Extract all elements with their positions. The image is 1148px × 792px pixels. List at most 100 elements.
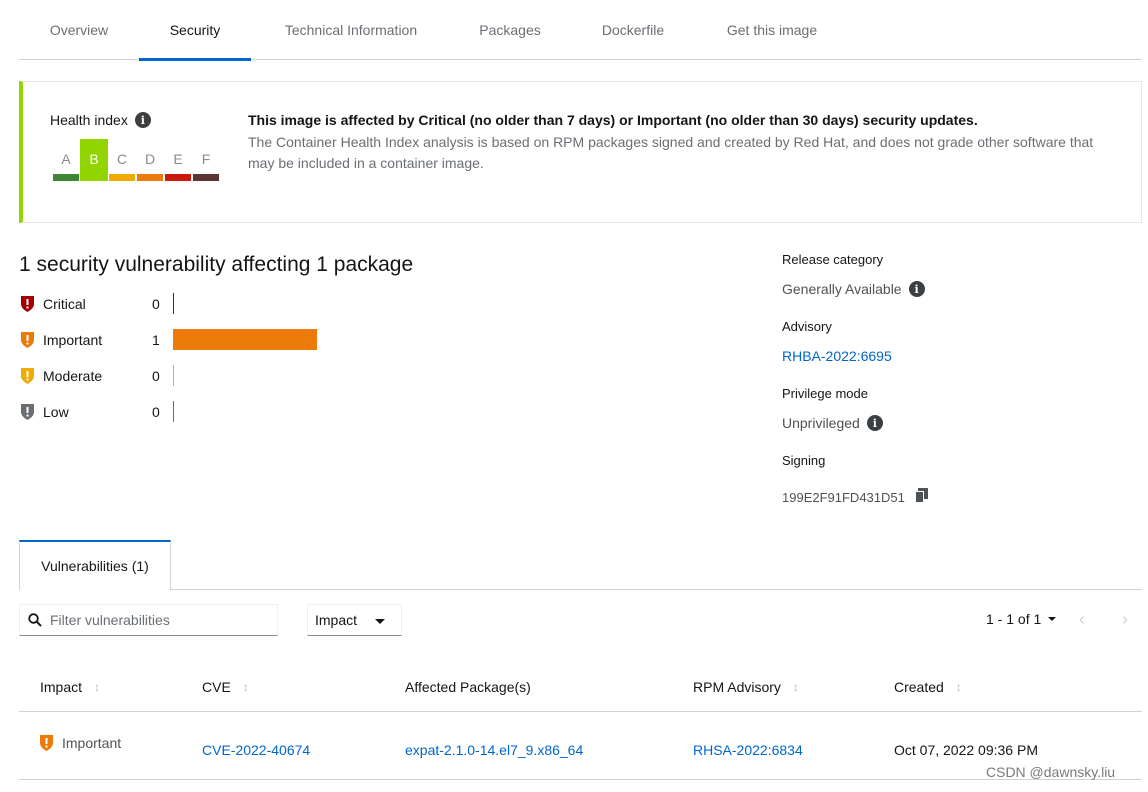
- pagination-toggle[interactable]: 1 - 1 of 1: [986, 611, 1057, 627]
- signing-label: Signing: [782, 453, 826, 468]
- column-header-affected-packages: Affected Package(s): [405, 679, 531, 695]
- caret-down-icon: [375, 619, 385, 624]
- copy-icon[interactable]: [914, 488, 928, 506]
- advisory-label: Advisory: [782, 319, 832, 334]
- health-index-label: Health index i: [50, 112, 151, 128]
- tab-get-this-image[interactable]: Get this image: [697, 0, 847, 60]
- info-icon[interactable]: i: [134, 112, 151, 128]
- privilege-mode-value: Unprivileged i: [782, 415, 883, 431]
- info-icon[interactable]: i: [908, 281, 925, 297]
- health-grade-d: D: [136, 139, 164, 181]
- severity-count: 0: [152, 368, 160, 384]
- severity-count: 1: [152, 332, 160, 348]
- vulnerability-summary-title: 1 security vulnerability affecting 1 pac…: [19, 253, 414, 276]
- severity-bar: [173, 293, 174, 314]
- health-index-panel: Health index i A B CD E F This image is affe…: [19, 81, 1142, 223]
- impact-select-label: Impact: [315, 612, 358, 628]
- health-grade-letter: A: [61, 151, 71, 167]
- health-grade-letter: C: [116, 151, 128, 167]
- critical-shield-icon: [21, 296, 34, 312]
- created-date: Oct 07, 2022 09:36 PM: [894, 742, 1038, 758]
- privilege-mode-text: Unprivileged: [782, 415, 860, 431]
- privilege-mode-label: Privilege mode: [782, 386, 868, 401]
- column-header-rpm-advisory[interactable]: RPM Advisory ↕: [693, 679, 799, 695]
- impact-text: Important: [62, 735, 122, 751]
- severity-name: Moderate: [43, 368, 103, 384]
- signing-key-text: 199E2F91FD431D51: [782, 489, 905, 505]
- moderate-shield-icon: [21, 368, 34, 384]
- signing-value: 199E2F91FD431D51: [782, 488, 928, 506]
- health-grade-color-bar: [165, 174, 191, 181]
- severity-count: 0: [152, 296, 160, 312]
- release-category-text: Generally Available: [782, 281, 902, 297]
- info-icon[interactable]: i: [866, 415, 883, 431]
- health-title: This image is affected by Critical (no o…: [248, 112, 978, 128]
- column-header-label: Impact: [40, 679, 83, 695]
- search-icon: [28, 613, 42, 627]
- health-grade-c: C: [108, 139, 136, 181]
- health-grade-f: F: [192, 139, 220, 181]
- health-grade-letter: E: [173, 151, 183, 167]
- health-index-text: Health index: [50, 112, 128, 128]
- tab-security[interactable]: Security: [139, 0, 251, 61]
- previous-page-button[interactable]: ‹: [1079, 609, 1085, 630]
- sort-icon: ↕: [242, 680, 249, 694]
- health-grade-scale: A B CD E F: [52, 139, 220, 181]
- health-grade-color-bar: [137, 174, 163, 181]
- health-grade-color-bar: [109, 174, 135, 181]
- health-grade-color-bar: [193, 174, 219, 181]
- important-shield-icon: [40, 735, 53, 751]
- health-grade-letter: D: [144, 151, 156, 167]
- release-category-label: Release category: [782, 252, 884, 267]
- release-category-value: Generally Available i: [782, 281, 925, 297]
- health-grade-color-bar: [80, 174, 108, 181]
- advisory-link[interactable]: RHBA-2022:6695: [782, 348, 892, 364]
- impact-select[interactable]: Impact: [307, 604, 402, 636]
- column-header-label: CVE: [202, 679, 231, 695]
- rpm-advisory-link[interactable]: RHSA-2022:6834: [693, 742, 803, 758]
- tab-technical-information[interactable]: Technical Information: [251, 0, 451, 60]
- filter-vulnerabilities-field[interactable]: [19, 604, 278, 636]
- table-header-divider: [19, 711, 1142, 712]
- tab-vulnerabilities[interactable]: Vulnerabilities (1): [19, 540, 171, 591]
- next-page-button[interactable]: ›: [1122, 609, 1128, 630]
- tab-packages[interactable]: Packages: [451, 0, 569, 60]
- column-header-impact[interactable]: Impact ↕: [40, 679, 100, 695]
- caret-down-icon: [1048, 617, 1057, 621]
- severity-row-low: Low 0: [21, 401, 421, 422]
- severity-count: 0: [152, 404, 160, 420]
- health-grade-letter: B: [89, 151, 99, 167]
- health-grade-e: E: [164, 139, 192, 181]
- tab-overview[interactable]: Overview: [19, 0, 139, 60]
- severity-row-important: Important 1: [21, 329, 421, 350]
- severity-name: Low: [43, 404, 69, 420]
- sort-icon: ↕: [792, 680, 799, 694]
- column-header-label: Created: [894, 679, 944, 695]
- cve-link[interactable]: CVE-2022-40674: [202, 742, 310, 758]
- table-row-divider: [19, 779, 1142, 780]
- severity-row-critical: Critical 0: [21, 293, 421, 314]
- severity-bar: [173, 365, 174, 386]
- package-link[interactable]: expat-2.1.0-14.el7_9.x86_64: [405, 742, 583, 758]
- sort-icon: ↕: [955, 680, 962, 694]
- vulnerabilities-tab-bar: Vulnerabilities (1): [19, 540, 1142, 591]
- advisory-value: RHBA-2022:6695: [782, 348, 892, 364]
- severity-name: Critical: [43, 296, 86, 312]
- sort-icon: ↕: [94, 680, 101, 694]
- health-grade-b: B: [80, 139, 108, 181]
- severity-bar: [173, 401, 174, 422]
- column-header-cve[interactable]: CVE ↕: [202, 679, 249, 695]
- column-header-label: RPM Advisory: [693, 679, 781, 695]
- column-header-created[interactable]: Created ↕: [894, 679, 962, 695]
- impact-cell: Important: [40, 735, 121, 751]
- tab-dockerfile[interactable]: Dockerfile: [569, 0, 697, 60]
- filter-vulnerabilities-input[interactable]: [50, 612, 270, 628]
- watermark: CSDN @dawnsky.liu: [986, 764, 1116, 780]
- important-shield-icon: [21, 332, 34, 348]
- pagination-text: 1 - 1 of 1: [986, 611, 1042, 627]
- severity-row-moderate: Moderate 0: [21, 365, 421, 386]
- health-grade-a: A: [52, 139, 80, 181]
- health-grade-color-bar: [53, 174, 79, 181]
- column-header-label: Affected Package(s): [405, 679, 531, 695]
- low-shield-icon: [21, 404, 34, 420]
